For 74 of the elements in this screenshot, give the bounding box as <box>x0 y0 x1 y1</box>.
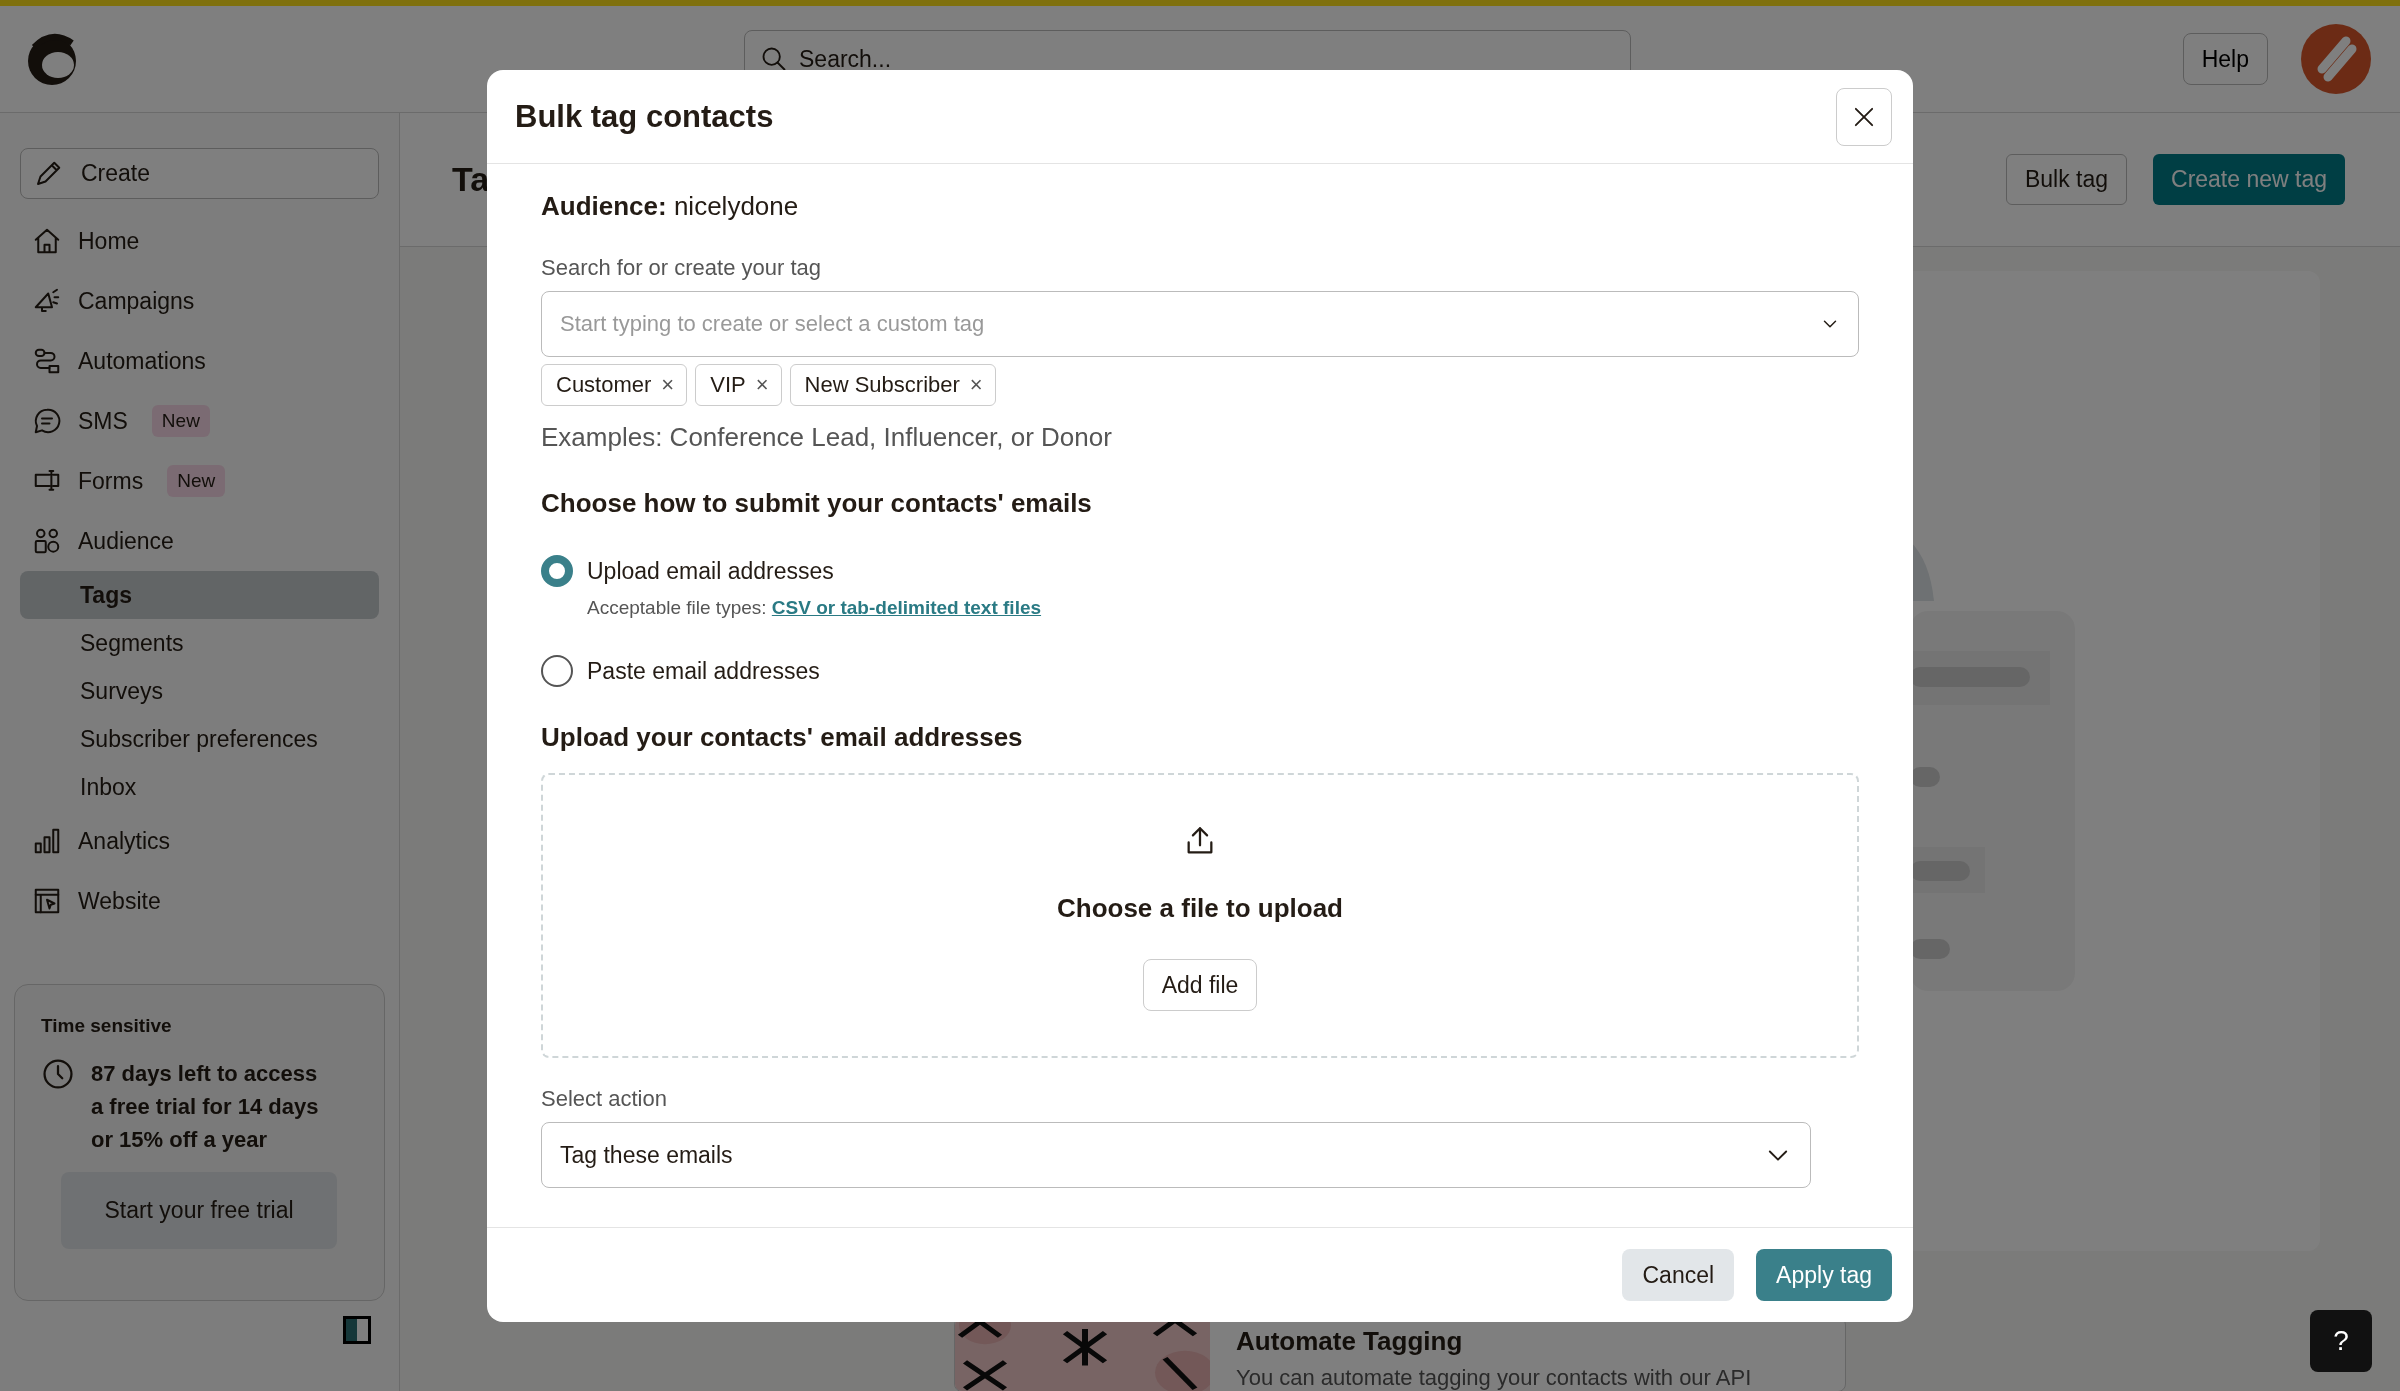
option-label: Paste email addresses <box>587 657 820 686</box>
create-tag-button[interactable]: Create new tag <box>2153 154 2345 205</box>
tag-chip[interactable]: Customer × <box>541 364 688 406</box>
section-heading: Upload your contacts' email addresses <box>541 722 1024 753</box>
nav-label: Automations <box>78 347 206 375</box>
new-badge: New <box>167 465 226 497</box>
dropzone[interactable]: Choose a file to upload Add file <box>541 773 1859 1058</box>
chat-bubble-icon <box>32 406 62 436</box>
examples-text: Examples: Conference Lead, Influencer, or Donor <box>541 422 1113 453</box>
nav-subitem[interactable]: Segments <box>20 619 379 667</box>
flow-icon <box>32 346 62 376</box>
avatar-icon[interactable] <box>2300 23 2372 95</box>
promo-text: You can automate tagging your contacts with our API <box>1236 1365 1752 1391</box>
nav-subitem[interactable]: Tags <box>20 571 379 619</box>
tag-label: New Subscriber <box>804 372 960 398</box>
nav-item[interactable]: Forms New <box>20 451 379 511</box>
remove-icon[interactable]: × <box>969 372 983 398</box>
nav-item[interactable]: Analytics <box>20 811 379 871</box>
remove-icon[interactable]: × <box>755 372 769 398</box>
modal-title: Bulk tag contacts <box>515 98 774 135</box>
close-button[interactable] <box>1836 87 1892 146</box>
apply-button[interactable]: Apply tag <box>1756 1249 1892 1301</box>
bulk-tag-button[interactable]: Bulk tag <box>2005 154 2127 205</box>
dropzone-text: Choose a file to upload <box>1057 893 1343 924</box>
nav-item[interactable]: Automations <box>20 331 379 391</box>
hint-text: Acceptable file types: <box>587 597 767 618</box>
tag-field[interactable]: Start typing to create or select a custom tag <box>541 291 1859 357</box>
option-label: Upload email addresses <box>587 557 835 586</box>
nav-item[interactable]: Campaigns <box>20 271 379 331</box>
browser-window-icon <box>32 886 62 916</box>
trial-label: Time sensitive <box>41 1015 173 1037</box>
bar-chart-icon <box>32 826 62 856</box>
nav-subitem[interactable]: Surveys <box>20 667 379 715</box>
nav-label: Forms <box>78 467 144 495</box>
help-button[interactable]: Help <box>2182 33 2268 85</box>
search-icon <box>760 45 788 73</box>
cancel-button[interactable]: Cancel <box>1622 1249 1735 1301</box>
nav-label: Audience <box>78 527 174 555</box>
nav-label: SMS <box>78 407 128 435</box>
page-title: Ta <box>452 160 490 199</box>
nav-label: Website <box>78 887 161 915</box>
audience-text: Audience: nicelydone <box>541 190 800 223</box>
tag-label: VIP <box>710 372 746 398</box>
nav-item[interactable]: Website <box>20 871 379 931</box>
field-label: Select action <box>541 1086 668 1112</box>
tag-label: Customer <box>556 372 652 398</box>
radio-button[interactable] <box>541 555 573 587</box>
nav-item[interactable]: Home <box>20 211 379 271</box>
nav-label: Analytics <box>78 827 171 855</box>
nav-label: Home <box>78 227 140 255</box>
free-trial-button[interactable]: Start your free trial <box>61 1172 337 1249</box>
tag-chip[interactable]: VIP × <box>695 364 782 406</box>
field-label: Search for or create your tag <box>541 255 823 281</box>
sidebar-toggle-icon[interactable] <box>343 1316 371 1344</box>
promo-title: Automate Tagging <box>1236 1326 1464 1357</box>
section-heading: Choose how to submit your contacts' emails <box>541 488 1093 519</box>
tag-chip[interactable]: New Subscriber × <box>789 364 996 406</box>
home-icon <box>32 226 62 256</box>
radio-button[interactable] <box>541 655 573 687</box>
action-select[interactable]: Tag these emails <box>541 1122 1811 1188</box>
new-badge: New <box>151 405 210 437</box>
add-file-button[interactable]: Add file <box>1142 959 1258 1011</box>
nav-label: Campaigns <box>78 287 195 315</box>
nav-item[interactable]: SMS New <box>20 391 379 451</box>
nav-item[interactable]: Audience <box>20 511 379 571</box>
nav-subitem[interactable]: Subscriber preferences <box>20 715 379 763</box>
create-button[interactable]: Create <box>20 148 379 199</box>
trial-message: 87 days left to access a free trial for 14 days or 15% off a year <box>91 1060 320 1154</box>
help-fab-button[interactable]: ? <box>2310 1310 2372 1372</box>
clock-icon <box>41 1057 75 1091</box>
nav-subitem[interactable]: Inbox <box>20 763 379 811</box>
file-types-link[interactable]: CSV or tab-delimited text files <box>771 597 1042 618</box>
remove-icon[interactable]: × <box>661 372 675 398</box>
people-icon <box>32 526 62 556</box>
